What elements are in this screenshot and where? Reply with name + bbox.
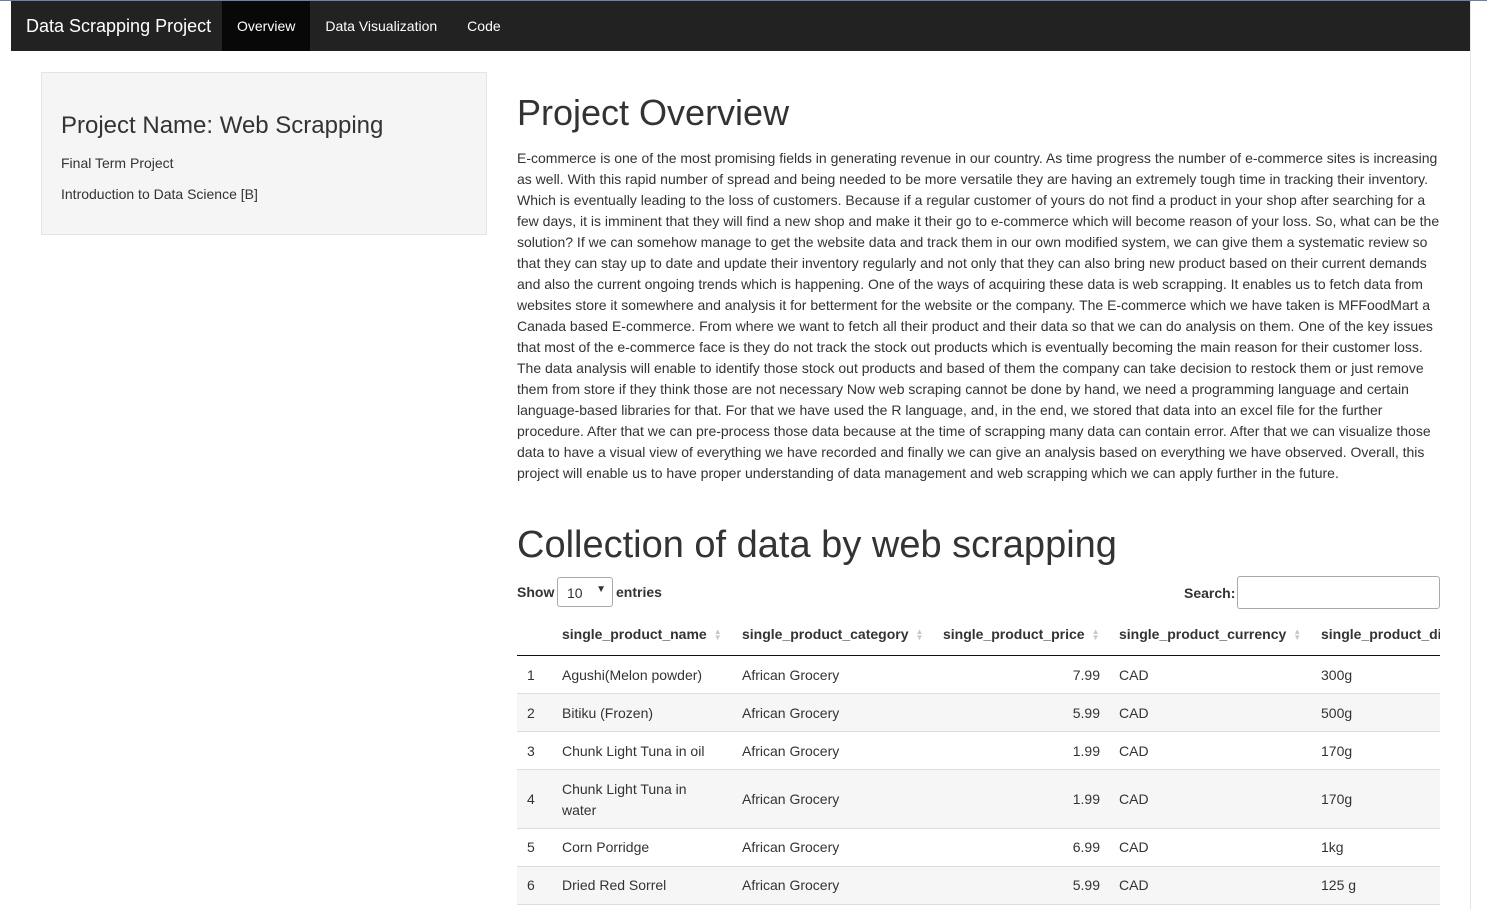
search-input[interactable]	[1237, 576, 1440, 609]
product-di-cell: 500g	[1321, 705, 1353, 721]
product-name-cell: Agushi(Melon powder)	[562, 667, 703, 683]
table-controls: Show 10 ▼ entries Search:	[517, 576, 1440, 610]
column-header-product-category[interactable]: single_product_category ▲ ▼	[742, 626, 924, 643]
product-price-cell: 5.99	[1072, 877, 1100, 893]
entries-select[interactable]: 10 ▼	[557, 577, 613, 607]
product-price-cell: 1.99	[1072, 791, 1100, 807]
column-header-product-name[interactable]: single_product_name ▲ ▼	[562, 626, 722, 643]
product-di-cell: 1kg	[1321, 839, 1344, 855]
product-di-cell: 170g	[1321, 743, 1353, 759]
product-name-cell: Dried Red Sorrel	[562, 877, 667, 893]
row-index: 4	[527, 791, 535, 807]
sort-icon: ▲ ▼	[915, 627, 924, 643]
sort-icon: ▲ ▼	[713, 627, 722, 643]
dropdown-arrow-icon: ▼	[596, 584, 606, 595]
entries-select-value: 10	[567, 585, 583, 601]
product-currency-cell: CAD	[1119, 667, 1149, 683]
project-name-heading: Project Name: Web Scrapping	[61, 112, 384, 139]
overview-paragraph: E-commerce is one of the most promising …	[517, 150, 1440, 481]
product-category-cell: African Grocery	[742, 877, 840, 893]
product-name-cell: Bitiku (Frozen)	[562, 705, 654, 721]
search-label: Search:	[1184, 585, 1236, 601]
product-price-cell: 1.99	[1072, 743, 1100, 759]
product-di-cell: 125 g	[1321, 877, 1357, 893]
row-index: 6	[527, 877, 535, 893]
column-header-product-price[interactable]: single_product_price ▲ ▼	[943, 626, 1100, 643]
navbar-brand[interactable]: Data Scrapping Project	[11, 1, 222, 51]
main-content: Project Overview E-commerce is one of th…	[517, 90, 1440, 484]
product-name-cell: Chunk Light Tuna in oil	[562, 743, 705, 759]
column-header-product-di[interactable]: single_product_di	[1321, 626, 1440, 642]
navbar: Data Scrapping Project Overview Data Vis…	[11, 1, 1470, 51]
table-row[interactable]: 5 Corn Porridge African Grocery 6.99 CAD…	[517, 829, 1440, 867]
product-currency-cell: CAD	[1119, 705, 1149, 721]
row-index: 2	[527, 705, 535, 721]
nav-tab-data-visualization[interactable]: Data Visualization	[310, 1, 452, 51]
product-price-cell: 5.99	[1072, 705, 1100, 721]
table-header: single_product_name ▲ ▼ single_product_cat…	[517, 615, 1440, 656]
product-category-cell: African Grocery	[742, 743, 840, 759]
nav-tab-overview[interactable]: Overview	[222, 1, 311, 51]
sort-icon: ▲ ▼	[1091, 627, 1100, 643]
product-currency-cell: CAD	[1119, 743, 1149, 759]
table-row[interactable]: 2 Bitiku (Frozen) African Grocery 5.99 C…	[517, 694, 1440, 732]
entries-label: entries	[616, 584, 662, 600]
product-price-cell: 6.99	[1072, 839, 1100, 855]
product-di-cell: 300g	[1321, 667, 1353, 683]
product-currency-cell: CAD	[1119, 791, 1149, 807]
nav-tab-code[interactable]: Code	[452, 1, 515, 51]
product-category-cell: African Grocery	[742, 705, 840, 721]
row-index: 3	[527, 743, 535, 759]
overview-heading: Project Overview	[517, 92, 790, 133]
product-di-cell: 170g	[1321, 791, 1353, 807]
product-name-cell: Chunk Light Tuna in water	[562, 781, 687, 818]
product-name-cell: Corn Porridge	[562, 839, 650, 855]
data-table: single_product_name ▲ ▼ single_product_cat…	[517, 615, 1440, 910]
row-index: 5	[527, 839, 535, 855]
sort-icon: ▲ ▼	[1293, 627, 1302, 643]
course-name: Introduction to Data Science [B]	[61, 186, 258, 202]
product-price-cell: 7.99	[1072, 667, 1100, 683]
column-header-product-currency[interactable]: single_product_currency ▲ ▼	[1119, 626, 1302, 643]
project-subtitle: Final Term Project	[61, 155, 174, 171]
table-row[interactable]: 6 Dried Red Sorrel African Grocery 5.99 …	[517, 867, 1440, 905]
sidebar-panel: Project Name: Web Scrapping Final Term P…	[41, 72, 487, 235]
product-category-cell: African Grocery	[742, 667, 840, 683]
product-category-cell: African Grocery	[742, 839, 840, 855]
row-index: 1	[527, 667, 535, 683]
table-row[interactable]: 1 Agushi(Melon powder) African Grocery 7…	[517, 656, 1440, 694]
product-currency-cell: CAD	[1119, 839, 1149, 855]
table-row[interactable]: 3 Chunk Light Tuna in oil African Grocer…	[517, 732, 1440, 770]
show-label: Show	[517, 584, 555, 600]
vertical-scrollbar[interactable]	[1470, 1, 1487, 910]
product-currency-cell: CAD	[1119, 877, 1149, 893]
table-row[interactable]: 4 Chunk Light Tuna in water African Groc…	[517, 770, 1440, 829]
product-category-cell: African Grocery	[742, 791, 840, 807]
collection-heading: Collection of data by web scrapping	[517, 524, 1117, 566]
